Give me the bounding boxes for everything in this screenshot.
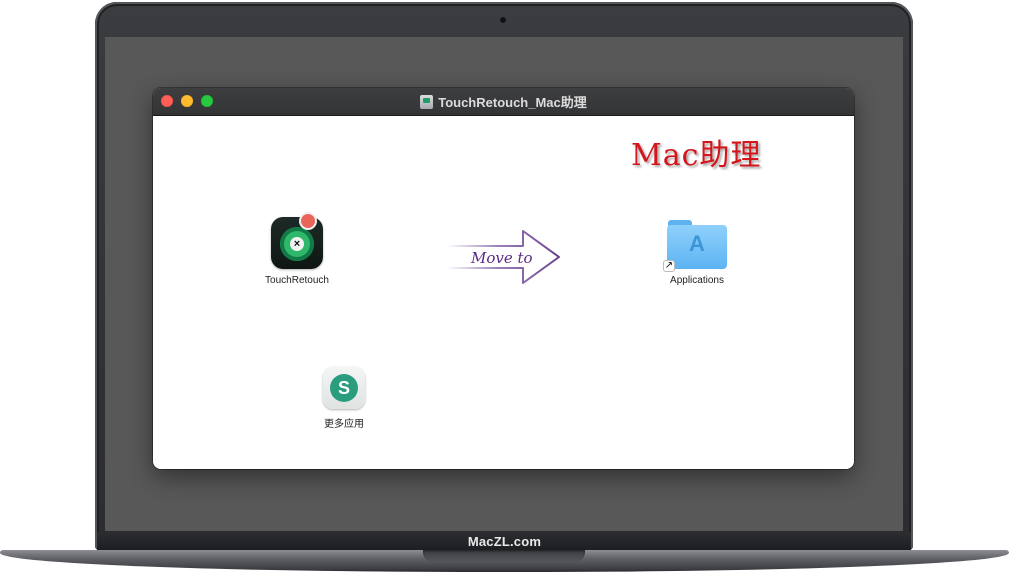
laptop-brand-label: MacZL.com (467, 534, 542, 549)
applications-label: Applications (670, 275, 724, 286)
more-apps-label: 更多应用 (324, 419, 364, 430)
window-content: Mac助理 × TouchRetouch Move to A ↗ Applica… (153, 116, 854, 469)
app-item-touchretouch[interactable]: × TouchRetouch (242, 214, 352, 286)
pencil-icon (301, 214, 315, 228)
app-label: TouchRetouch (265, 275, 329, 286)
title-bar[interactable]: TouchRetouch_Mac助理 (153, 88, 854, 116)
helper-s-icon: S (330, 374, 358, 402)
watermark-text: Mac助理 (631, 138, 762, 173)
more-apps-icon[interactable]: S (323, 367, 365, 409)
finder-window: TouchRetouch_Mac助理 Mac助理 × TouchRetouch (153, 88, 854, 469)
window-title-group: TouchRetouch_Mac助理 (153, 88, 854, 115)
alias-arrow-icon: ↗ (664, 260, 674, 271)
close-x-icon: × (290, 237, 304, 251)
app-store-glyph-icon: A (689, 231, 705, 256)
disk-image-icon (420, 94, 434, 109)
more-apps-item[interactable]: S 更多应用 (289, 367, 399, 430)
camera-icon (500, 17, 506, 23)
touchretouch-app-icon[interactable]: × (271, 214, 323, 269)
applications-item[interactable]: A ↗ Applications (642, 219, 752, 286)
move-to-arrow: Move to (447, 230, 560, 284)
move-to-label: Move to (470, 249, 533, 267)
applications-folder-icon[interactable]: A ↗ (664, 219, 727, 271)
laptop-notch (423, 550, 585, 561)
laptop-mockup: MacZL.com TouchRetouch_Mac助理 Mac助理 × Tou… (0, 0, 1009, 586)
window-title: TouchRetouch_Mac助理 (438, 95, 587, 110)
